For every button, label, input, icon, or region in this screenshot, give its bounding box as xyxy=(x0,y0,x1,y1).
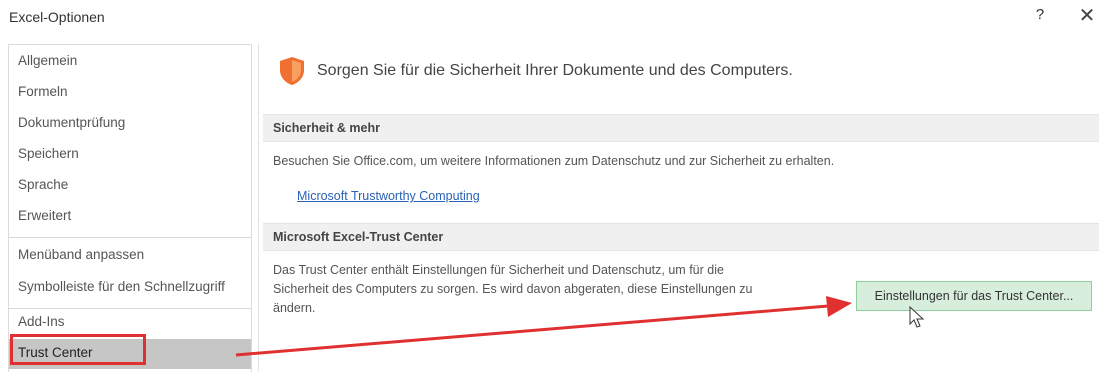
trustworthy-computing-link[interactable]: Microsoft Trustworthy Computing xyxy=(297,189,480,203)
sidebar-item-schnellzugriff[interactable]: Symbolleiste für den Schnellzugriff xyxy=(9,273,251,303)
sidebar-item-dokumentpruefung[interactable]: Dokumentprüfung xyxy=(9,109,251,139)
trust-center-highlight-box xyxy=(10,334,146,365)
help-button[interactable]: ? xyxy=(1030,6,1050,23)
page-heading: Sorgen Sie für die Sicherheit Ihrer Doku… xyxy=(317,62,793,79)
mouse-cursor-icon xyxy=(909,306,925,328)
security-description: Besuchen Sie Office.com, um weitere Info… xyxy=(273,154,835,168)
sidebar-item-speichern[interactable]: Speichern xyxy=(9,140,251,170)
trust-center-description-line-1: Das Trust Center enthält Einstellungen f… xyxy=(273,263,724,277)
sidebar-divider xyxy=(9,237,251,238)
trust-center-description-line-2: Sicherheit des Computers zu sorgen. Es w… xyxy=(273,282,753,296)
section-header-security: Sicherheit & mehr xyxy=(263,114,1099,142)
sidebar-item-formeln[interactable]: Formeln xyxy=(9,78,251,108)
close-button[interactable]: ✕ xyxy=(1075,3,1099,28)
sidebar-item-sprache[interactable]: Sprache xyxy=(9,171,251,201)
sidebar-item-menueband[interactable]: Menüband anpassen xyxy=(9,241,251,271)
main-panel: Sorgen Sie für die Sicherheit Ihrer Doku… xyxy=(258,44,1102,371)
sidebar-item-erweitert[interactable]: Erweitert xyxy=(9,202,251,232)
shield-icon xyxy=(280,57,304,85)
options-sidebar: Allgemein Formeln Dokumentprüfung Speich… xyxy=(8,44,252,372)
section-header-trust-center: Microsoft Excel-Trust Center xyxy=(263,223,1099,251)
section-title: Sicherheit & mehr xyxy=(273,121,380,135)
trust-center-settings-button[interactable]: Einstellungen für das Trust Center... xyxy=(856,281,1092,311)
sidebar-item-allgemein[interactable]: Allgemein xyxy=(9,47,251,77)
window-title: Excel-Optionen xyxy=(9,9,105,25)
title-bar: Excel-Optionen ? ✕ xyxy=(0,0,1102,36)
section-title: Microsoft Excel-Trust Center xyxy=(273,230,444,244)
trust-center-description-line-3: ändern. xyxy=(273,301,316,315)
